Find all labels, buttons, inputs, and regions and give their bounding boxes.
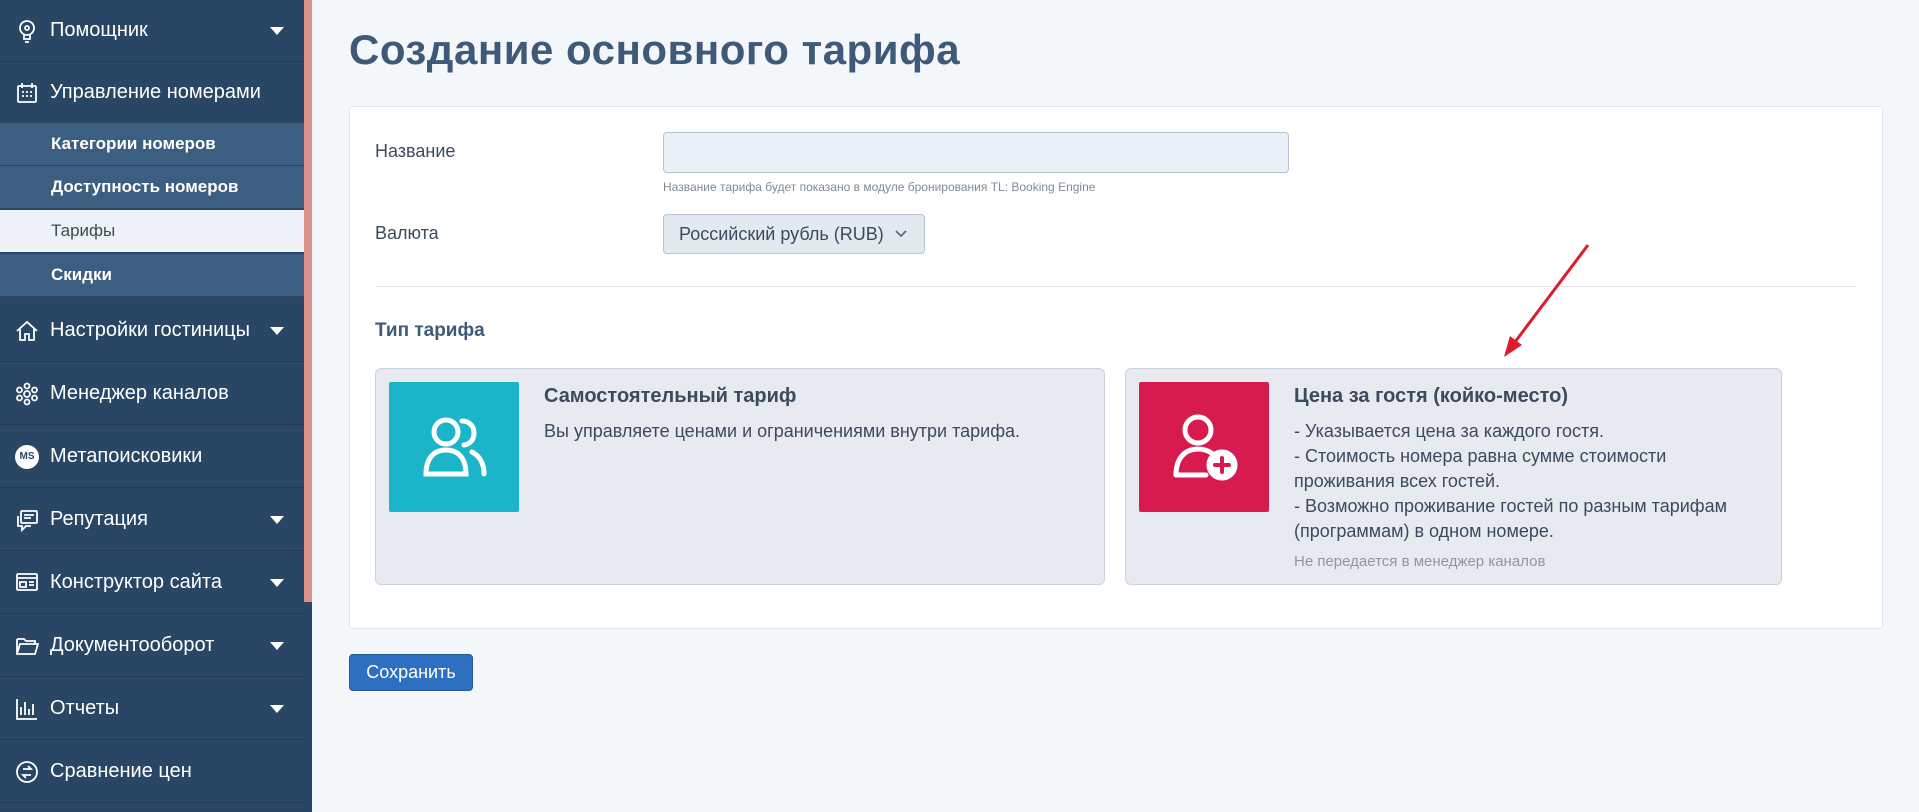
sidebar-item-site-builder[interactable]: Конструктор сайта xyxy=(0,552,304,614)
home-icon xyxy=(14,318,40,344)
sidebar-subitem-label: Категории номеров xyxy=(51,134,216,153)
name-label: Название xyxy=(375,141,456,161)
sidebar-subitem-room-availability[interactable]: Доступность номеров xyxy=(0,166,304,209)
sidebar-item-label: Управление номерами xyxy=(50,81,261,103)
calendar-icon xyxy=(14,80,40,106)
sidebar-item-label: Отчеты xyxy=(50,697,120,719)
ms-badge-icon: MS xyxy=(14,444,40,470)
rate-type-option-per-guest[interactable]: Цена за гостя (койко-место) - Указываетс… xyxy=(1125,368,1782,585)
price-compare-icon xyxy=(14,759,40,785)
rate-name-hint: Название тарифа будет показано в модуле … xyxy=(663,180,1096,194)
option-note: Не передается в менеджер каналов xyxy=(1294,553,1546,570)
folder-icon xyxy=(14,633,40,659)
currency-select-value: Российский рубль (RUB) xyxy=(679,223,884,244)
sidebar-item-label: Сравнение цен xyxy=(50,760,192,782)
chevron-down-icon xyxy=(270,704,284,713)
sidebar-item-label: Метапоисковики xyxy=(50,445,203,467)
chevron-down-icon xyxy=(270,26,284,35)
option-description-line: - Указывается цена за каждого гостя. xyxy=(1294,421,1604,441)
network-icon xyxy=(14,381,40,407)
section-divider xyxy=(375,286,1857,287)
option-description-line: (программам) в одном номере. xyxy=(1294,521,1554,541)
chevron-down-icon xyxy=(270,326,284,335)
chevron-down-icon xyxy=(270,641,284,650)
sidebar-subitem-rates[interactable]: Тарифы xyxy=(0,210,304,253)
sidebar-item-label: Настройки гостиницы xyxy=(50,319,250,341)
option-description: Вы управляете ценами и ограничениями вну… xyxy=(544,419,1020,444)
sidebar-item-label: Документооборот xyxy=(50,634,215,656)
sidebar-item-channel-manager[interactable]: Менеджер каналов xyxy=(0,363,304,425)
sidebar-subitem-label: Скидки xyxy=(51,265,112,284)
option-description-line: - Стоимость номера равна сумме стоимости xyxy=(1294,446,1667,466)
option-title: Цена за гостя (койко-место) xyxy=(1294,385,1568,407)
save-button[interactable]: Сохранить xyxy=(349,654,473,691)
sidebar-subitem-room-categories[interactable]: Категории номеров xyxy=(0,123,304,166)
sidebar-item-reputation[interactable]: Репутация xyxy=(0,489,304,551)
reviews-icon xyxy=(14,507,40,533)
rate-type-option-standalone[interactable]: Самостоятельный тариф Вы управляете цена… xyxy=(375,368,1105,585)
option-title: Самостоятельный тариф xyxy=(544,385,797,407)
sidebar-item-hotel-settings[interactable]: Настройки гостиницы xyxy=(0,300,304,362)
sidebar-item-label: Помощник xyxy=(50,19,148,41)
chevron-down-icon xyxy=(270,578,284,587)
option-description-line: проживания всех гостей. xyxy=(1294,471,1501,491)
users-icon xyxy=(389,382,519,512)
sidebar-item-documents[interactable]: Документооборот xyxy=(0,615,304,677)
sidebar-item-assistant[interactable]: Помощник xyxy=(0,0,304,62)
sidebar-subitem-label: Тарифы xyxy=(51,221,116,240)
sidebar-accent-strip xyxy=(304,0,312,602)
page-title: Создание основного тарифа xyxy=(349,26,961,73)
sidebar-item-label: Менеджер каналов xyxy=(50,382,229,404)
sidebar-subitem-discounts[interactable]: Скидки xyxy=(0,254,304,297)
chevron-down-icon xyxy=(270,515,284,524)
option-description-line: - Возможно проживание гостей по разным т… xyxy=(1294,496,1727,516)
sidebar-item-room-management[interactable]: Управление номерами xyxy=(0,62,304,124)
sidebar-item-price-comparison[interactable]: Сравнение цен xyxy=(0,741,304,803)
rate-type-title: Тип тарифа xyxy=(375,320,485,341)
rate-name-input[interactable] xyxy=(663,132,1289,173)
site-builder-icon xyxy=(14,570,40,596)
currency-label: Валюта xyxy=(375,223,439,243)
lightbulb-icon xyxy=(14,18,40,44)
bar-chart-icon xyxy=(14,696,40,722)
sidebar-item-metasearch[interactable]: MS Метапоисковики xyxy=(0,426,304,488)
sidebar-item-label: Конструктор сайта xyxy=(50,571,222,593)
sidebar-subitem-label: Доступность номеров xyxy=(51,177,239,196)
currency-select[interactable]: Российский рубль (RUB) xyxy=(663,214,925,254)
chevron-down-icon xyxy=(894,229,908,239)
annotation-arrow-icon xyxy=(1504,244,1590,357)
option-description: - Указывается цена за каждого гостя. - С… xyxy=(1294,419,1727,544)
option-description-line: Вы управляете ценами и ограничениями вну… xyxy=(544,421,1021,441)
user-add-icon xyxy=(1139,382,1269,512)
sidebar-item-reports[interactable]: Отчеты xyxy=(0,678,304,740)
sidebar-item-label: Репутация xyxy=(50,508,148,530)
